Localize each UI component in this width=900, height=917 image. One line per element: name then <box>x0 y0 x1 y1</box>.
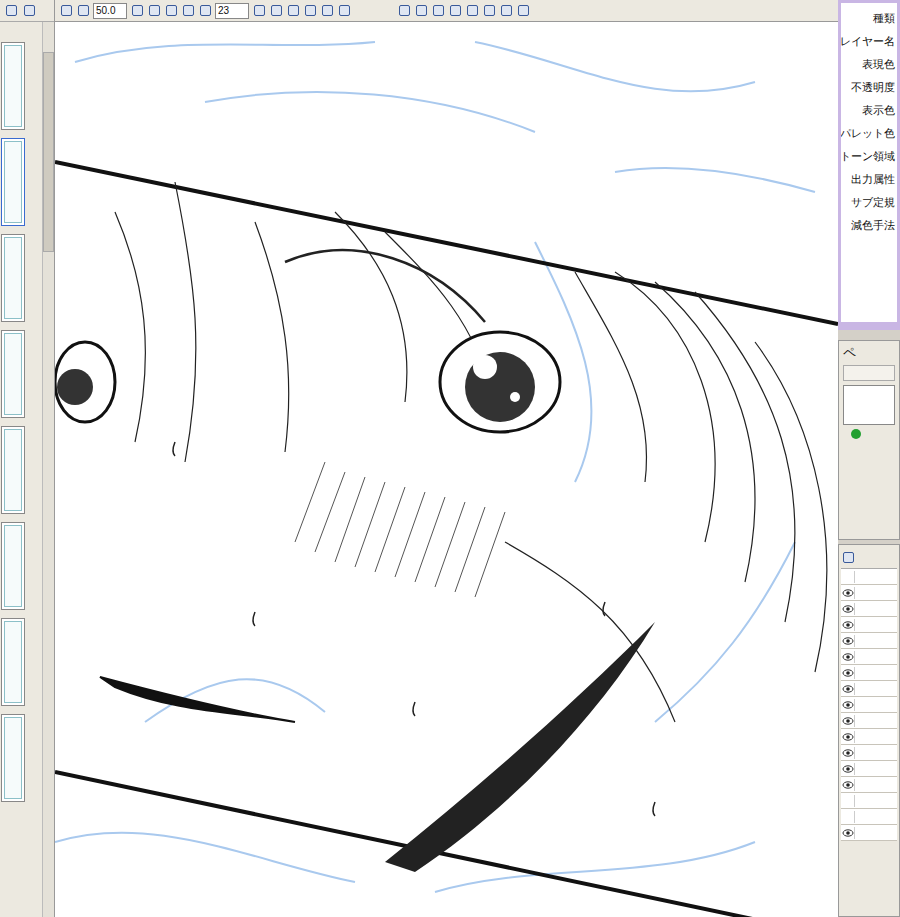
canvas[interactable] <box>55 22 838 917</box>
eye-icon[interactable] <box>842 683 854 695</box>
page-thumbnail[interactable] <box>1 426 25 514</box>
gradient-icon[interactable] <box>465 4 479 18</box>
panel-icon[interactable] <box>22 4 36 18</box>
eye-icon[interactable] <box>842 779 854 791</box>
property-label: 表示色 <box>862 103 895 117</box>
layer-row[interactable] <box>841 729 897 745</box>
property-label: トーン領域 <box>841 149 895 163</box>
eye-icon[interactable] <box>842 747 854 759</box>
layer-row[interactable] <box>841 649 897 665</box>
app-window: 50.0 23 種類レイヤー名表現色不透明度表示色パレット色トーン領域出力属性サブ定… <box>0 0 900 917</box>
zoom-out-icon[interactable] <box>76 4 90 18</box>
layer-panel <box>838 544 900 917</box>
page-thumbnail[interactable] <box>1 234 25 322</box>
grid-icon[interactable] <box>303 4 317 18</box>
page-thumbnail[interactable] <box>1 618 25 706</box>
page-thumbnail[interactable] <box>1 42 25 130</box>
layer-row[interactable] <box>841 633 897 649</box>
fill-icon[interactable] <box>431 4 445 18</box>
eye-icon[interactable] <box>842 651 854 663</box>
eye-icon[interactable] <box>842 811 854 823</box>
page-panel-header <box>0 0 54 22</box>
property-label: 種類 <box>873 11 895 25</box>
rotate-icon[interactable] <box>147 4 161 18</box>
page-thumbnail[interactable] <box>1 714 25 802</box>
eye-icon[interactable] <box>842 603 854 615</box>
undo-icon[interactable] <box>181 4 195 18</box>
property-label: レイヤー名 <box>841 34 895 48</box>
property-label: 表現色 <box>862 57 895 71</box>
layer-row[interactable] <box>841 681 897 697</box>
eye-icon[interactable] <box>842 699 854 711</box>
zoom-in-icon[interactable] <box>130 4 144 18</box>
eye-icon[interactable] <box>842 795 854 807</box>
layer-row[interactable] <box>841 601 897 617</box>
eye-icon[interactable] <box>842 571 854 583</box>
tone-tool-icon[interactable] <box>482 4 496 18</box>
page-thumbnail[interactable] <box>1 138 25 226</box>
layer-row[interactable] <box>841 809 897 825</box>
property-label: サブ定規 <box>851 195 895 209</box>
page-thumbnail[interactable] <box>1 330 25 418</box>
eye-icon[interactable] <box>842 763 854 775</box>
layer-row[interactable] <box>841 761 897 777</box>
zoom-field[interactable]: 50.0 <box>93 3 127 19</box>
grid-tool-icon[interactable] <box>516 4 530 18</box>
toolbar: 50.0 23 <box>55 0 838 22</box>
layer-menu-icon[interactable] <box>841 551 855 565</box>
text-icon[interactable] <box>499 4 513 18</box>
ruler-icon[interactable] <box>286 4 300 18</box>
page-scrollbar[interactable] <box>42 22 54 917</box>
move-icon[interactable] <box>269 4 283 18</box>
redo-icon[interactable] <box>198 4 212 18</box>
layer-row[interactable] <box>841 617 897 633</box>
page-panel <box>0 0 55 917</box>
property-label: 出力属性 <box>851 172 895 186</box>
layer-row[interactable] <box>841 825 897 841</box>
arrow-icon[interactable] <box>252 4 266 18</box>
menu-icon[interactable] <box>4 4 18 18</box>
eye-icon[interactable] <box>842 715 854 727</box>
eye-icon[interactable] <box>842 731 854 743</box>
right-panels: 種類レイヤー名表現色不透明度表示色パレット色トーン領域出力属性サブ定規減色手法ペ <box>838 0 900 917</box>
pen-panel-title: ペ <box>843 345 895 361</box>
layer-row[interactable] <box>841 569 897 585</box>
pen-panel: ペ <box>838 340 900 540</box>
flip-icon[interactable] <box>164 4 178 18</box>
layer-row[interactable] <box>841 793 897 809</box>
eraser-icon[interactable] <box>448 4 462 18</box>
eye-icon[interactable] <box>842 635 854 647</box>
brush-size-field[interactable]: 23 <box>215 3 249 19</box>
status-dot <box>851 429 861 439</box>
eye-icon[interactable] <box>842 587 854 599</box>
property-label: 減色手法 <box>851 218 895 232</box>
layer-row[interactable] <box>841 697 897 713</box>
manga-artwork <box>55 22 838 917</box>
layer-row[interactable] <box>841 713 897 729</box>
layer-row[interactable] <box>841 665 897 681</box>
property-label: 不透明度 <box>851 80 895 94</box>
pen-icon[interactable] <box>397 4 411 18</box>
property-label: パレット色 <box>841 126 895 140</box>
fit-icon[interactable] <box>59 4 73 18</box>
layer-row[interactable] <box>841 585 897 601</box>
page-list <box>0 22 42 917</box>
eye-icon[interactable] <box>842 619 854 631</box>
brush-icon[interactable] <box>414 4 428 18</box>
tone-icon[interactable] <box>337 4 351 18</box>
eye-icon[interactable] <box>842 667 854 679</box>
snap-icon[interactable] <box>320 4 334 18</box>
page-thumbnail[interactable] <box>1 522 25 610</box>
layer-properties-panel: 種類レイヤー名表現色不透明度表示色パレット色トーン領域出力属性サブ定規減色手法 <box>838 0 900 330</box>
main-area: 50.0 23 <box>55 0 838 917</box>
layer-row[interactable] <box>841 777 897 793</box>
eye-icon[interactable] <box>842 827 854 839</box>
layer-row[interactable] <box>841 745 897 761</box>
